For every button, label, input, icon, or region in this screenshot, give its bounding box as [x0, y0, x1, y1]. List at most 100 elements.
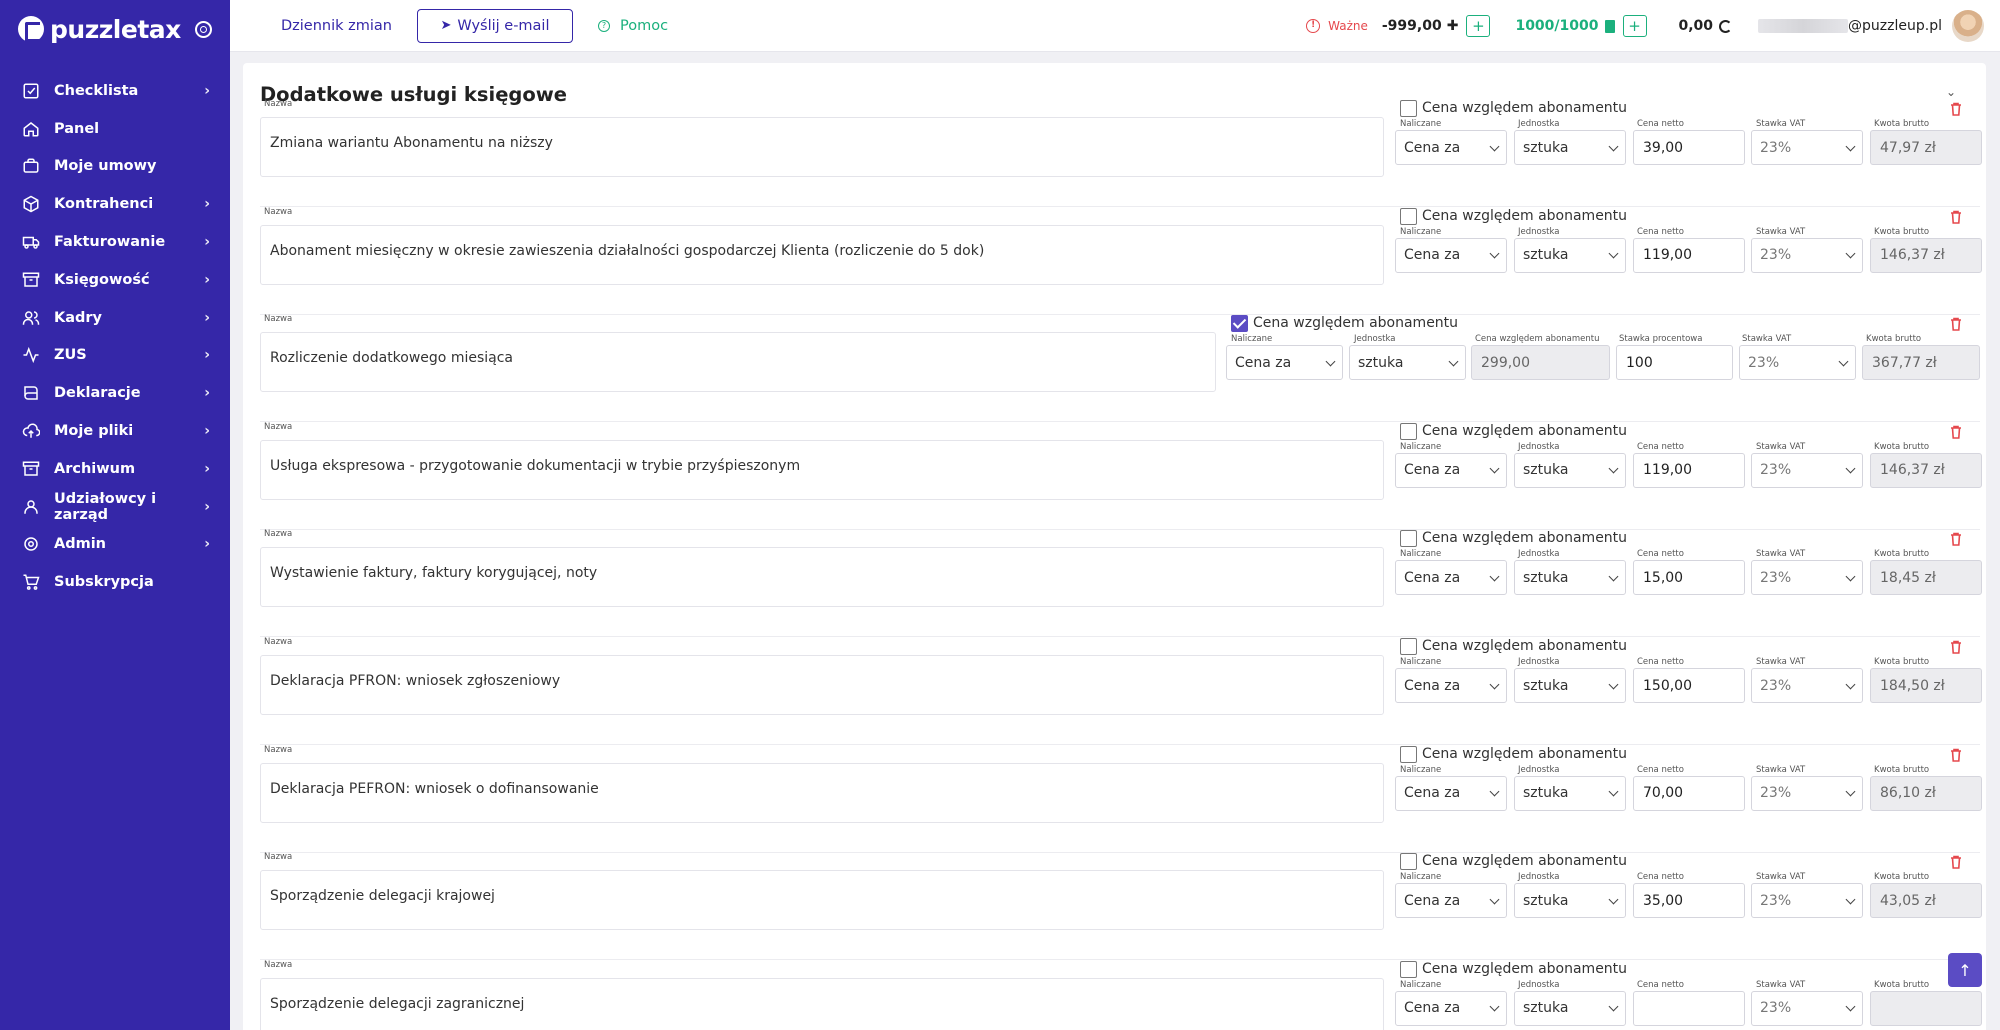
chevron-right-icon: ›	[204, 498, 210, 515]
add-balance-button[interactable]: +	[1466, 15, 1491, 37]
charged-select[interactable]: Cena za	[1395, 560, 1507, 596]
important-link[interactable]: ! Ważne	[1306, 19, 1368, 33]
net-price-input[interactable]: 70,00	[1633, 775, 1745, 811]
sidebar-item-udzialowcy-i-zarzad[interactable]: Udziałowcy i zarząd ›	[0, 488, 230, 526]
gross-amount-label: Kwota brutto	[1874, 872, 1930, 883]
chevron-down-icon	[1845, 1001, 1856, 1012]
subscription-price-checkbox[interactable]	[1400, 530, 1417, 548]
sidebar-item-moje-umowy[interactable]: Moje umowy	[0, 148, 230, 186]
vat-rate-select[interactable]: 23%	[1751, 668, 1863, 703]
trash-icon[interactable]	[1950, 854, 1962, 869]
sidebar-item-fakturowanie[interactable]: Fakturowanie ›	[0, 223, 230, 261]
chevron-down-icon	[1489, 894, 1500, 905]
service-name-field[interactable]: Sporządzenie delegacji krajowej	[260, 870, 1384, 931]
net-price-input[interactable]: 150,00	[1633, 668, 1745, 703]
vat-rate-select[interactable]: 23%	[1751, 130, 1863, 165]
sidebar-item-ksiegowosc[interactable]: Księgowość ›	[0, 261, 230, 299]
sidebar-item-checklista[interactable]: Checklista ›	[0, 72, 230, 110]
subscription-price-checkbox[interactable]	[1400, 207, 1417, 225]
charged-select[interactable]: Cena za	[1226, 345, 1343, 381]
service-name-field[interactable]: Rozliczenie dodatkowego miesiąca	[260, 332, 1216, 393]
unit-select[interactable]: sztuka	[1514, 560, 1626, 596]
subscription-price-checkbox[interactable]	[1231, 315, 1248, 333]
net-price-input[interactable]: 39,00	[1633, 130, 1745, 165]
charged-select[interactable]: Cena za	[1395, 668, 1507, 703]
vat-rate-select[interactable]: 23%	[1751, 237, 1863, 273]
service-name-field[interactable]: Deklaracja PEFRON: wniosek o dofinansowa…	[260, 762, 1384, 823]
trash-icon[interactable]	[1950, 316, 1962, 331]
avatar[interactable]	[1952, 10, 1984, 42]
vat-rate-select[interactable]: 23%	[1739, 345, 1856, 381]
service-name-field[interactable]: Wystawienie faktury, faktury korygującej…	[260, 547, 1384, 608]
vat-rate-select[interactable]: 23%	[1751, 775, 1863, 811]
sidebar-item-label: Kadry	[54, 309, 103, 326]
charged-select[interactable]: Cena za	[1395, 990, 1507, 1026]
sidebar-item-admin[interactable]: Admin ›	[0, 526, 230, 564]
unit-select[interactable]: sztuka	[1514, 668, 1626, 703]
charged-select[interactable]: Cena za	[1395, 452, 1507, 488]
sidebar-item-panel[interactable]: Panel	[0, 110, 230, 148]
sidebar-item-archiwum[interactable]: Archiwum ›	[0, 450, 230, 488]
alert-icon: !	[1306, 19, 1321, 33]
help-link[interactable]: ? Pomoc	[597, 18, 668, 34]
percent-rate-label: Stawka procentowa	[1619, 334, 1703, 345]
subscription-price-checkbox[interactable]	[1400, 960, 1417, 978]
service-name-field[interactable]: Sporządzenie delegacji zagranicznej	[260, 977, 1384, 1030]
unit-select[interactable]: sztuka	[1514, 130, 1626, 165]
unit-select[interactable]: sztuka	[1349, 345, 1466, 381]
sidebar-settings-icon[interactable]	[194, 20, 212, 38]
send-email-button[interactable]: ➤ Wyślij e-mail	[416, 8, 573, 43]
trash-icon[interactable]	[1950, 747, 1962, 762]
net-price-input[interactable]: 119,00	[1633, 452, 1745, 488]
subscription-price-checkbox[interactable]	[1400, 638, 1417, 655]
sidebar-nav: Checklista › Panel Moje umowy Kontrahenci › Fa…	[0, 72, 230, 601]
add-docs-button[interactable]: +	[1622, 15, 1647, 37]
charged-select[interactable]: Cena za	[1395, 237, 1507, 273]
vat-rate-select[interactable]: 23%	[1751, 990, 1863, 1026]
unit-select[interactable]: sztuka	[1514, 990, 1626, 1026]
vat-rate-select[interactable]: 23%	[1751, 560, 1863, 596]
sidebar-item-zus[interactable]: ZUS ›	[0, 337, 230, 375]
trash-icon[interactable]	[1950, 531, 1962, 547]
service-name-field[interactable]: Deklaracja PFRON: wniosek zgłoszeniowy	[260, 655, 1384, 715]
sidebar-item-kontrahenci[interactable]: Kontrahenci ›	[0, 185, 230, 223]
sidebar-item-moje-pliki[interactable]: Moje pliki ›	[0, 412, 230, 450]
charged-select[interactable]: Cena za	[1395, 775, 1507, 811]
net-price-input[interactable]: 15,00	[1633, 560, 1745, 596]
sidebar-item-subskrypcja[interactable]: Subskrypcja	[0, 563, 230, 601]
vat-rate-select[interactable]: 23%	[1751, 883, 1863, 919]
scroll-top-button[interactable]: ↑	[1948, 953, 1982, 987]
name-label: Nazwa	[264, 959, 293, 970]
net-price-input[interactable]: 119,00	[1633, 237, 1745, 273]
trash-icon[interactable]	[1950, 639, 1962, 654]
trash-icon[interactable]	[1950, 209, 1962, 224]
net-price-input[interactable]: 35,00	[1633, 883, 1745, 919]
net-price-input[interactable]	[1633, 990, 1745, 1026]
unit-select[interactable]: sztuka	[1514, 883, 1626, 919]
service-name-field[interactable]: Usługa ekspresowa - przygotowanie dokume…	[260, 439, 1384, 500]
trash-icon[interactable]	[1950, 101, 1962, 116]
service-name-field[interactable]: Zmiana wariantu Abonamentu na niższy	[260, 117, 1384, 177]
unit-select[interactable]: sztuka	[1514, 237, 1626, 273]
vat-rate-select[interactable]: 23%	[1751, 452, 1863, 488]
subscription-price-checkbox[interactable]	[1400, 745, 1417, 763]
percent-rate-input[interactable]: 100	[1616, 345, 1733, 381]
unit-label: Jednostka	[1518, 441, 1560, 452]
subscription-price-checkbox[interactable]	[1400, 100, 1417, 117]
trash-icon[interactable]	[1950, 424, 1962, 439]
subscription-price-checkbox[interactable]	[1400, 853, 1417, 871]
charged-select[interactable]: Cena za	[1395, 883, 1507, 919]
sidebar-item-kadry[interactable]: Kadry ›	[0, 299, 230, 337]
charged-select[interactable]: Cena za	[1395, 130, 1507, 165]
unit-select[interactable]: sztuka	[1514, 452, 1626, 488]
subscription-price-checkbox[interactable]	[1400, 422, 1417, 440]
sidebar-item-deklaracje[interactable]: Deklaracje ›	[0, 374, 230, 412]
changelog-link[interactable]: Dziennik zmian	[281, 18, 392, 34]
logo[interactable]: puzzletax	[0, 0, 230, 58]
activity-icon	[22, 346, 40, 364]
document-icon	[1604, 19, 1615, 33]
collapse-chevron-icon[interactable]: ⌄	[1946, 85, 1956, 99]
service-name-field[interactable]: Abonament miesięczny w okresie zawieszen…	[260, 224, 1384, 285]
box-icon	[22, 195, 40, 213]
unit-select[interactable]: sztuka	[1514, 775, 1626, 811]
